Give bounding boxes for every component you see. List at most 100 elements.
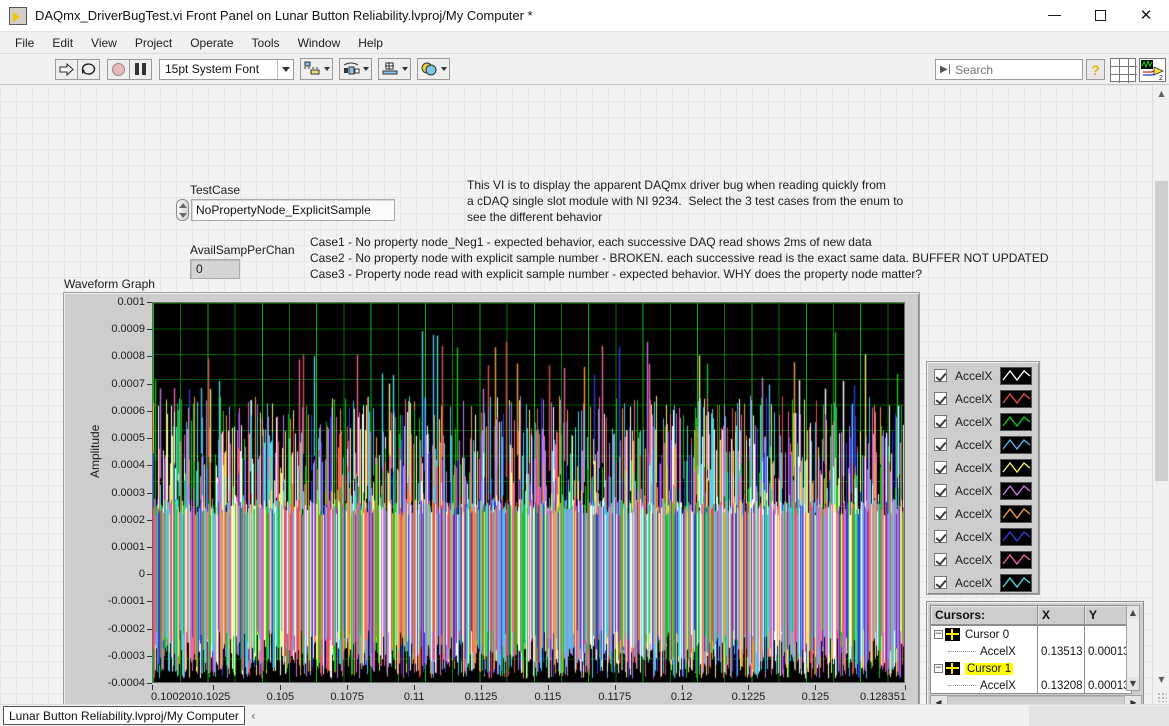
plot-style-swatch[interactable]	[1000, 366, 1032, 385]
vi-connector-pane-icon[interactable]: 2	[1139, 58, 1166, 82]
window-grid-icon[interactable]	[1110, 58, 1137, 83]
scroll-up-icon[interactable]: ▲	[1127, 606, 1139, 619]
testcase-increment-decrement[interactable]	[176, 199, 189, 221]
close-button[interactable]: ✕	[1123, 0, 1169, 32]
plot-visibility-checkbox[interactable]	[934, 507, 947, 520]
menu-project[interactable]: Project	[126, 34, 181, 52]
cursor-y-value[interactable]: 0.00013	[1085, 643, 1131, 660]
plot-style-swatch[interactable]	[1000, 389, 1032, 408]
plot-style-swatch[interactable]	[1000, 481, 1032, 500]
plot-visibility-checkbox[interactable]	[934, 438, 947, 451]
plot-style-swatch[interactable]	[1000, 527, 1032, 546]
chevron-down-icon	[324, 67, 330, 71]
plot-style-swatch[interactable]	[1000, 412, 1032, 431]
plot-visibility-checkbox[interactable]	[934, 576, 947, 589]
y-axis-tick-label: -0.0002	[107, 622, 145, 635]
panel-scroll-down-icon[interactable]: ▼	[1153, 671, 1169, 688]
decrement-arrow-icon[interactable]	[178, 212, 187, 218]
plot-legend-row[interactable]: AccelX	[927, 479, 1039, 502]
waveform-graph[interactable]: 0.001 0.0009 0.0008 0.0007 0.0006 0.0005 0.000…	[63, 292, 920, 704]
collapse-icon[interactable]: −	[934, 630, 943, 639]
collapse-icon[interactable]: −	[934, 664, 943, 673]
plot-visibility-checkbox[interactable]	[934, 484, 947, 497]
run-button[interactable]	[55, 58, 78, 80]
project-tab[interactable]: Lunar Button Reliability.lvproj/My Compu…	[3, 706, 245, 725]
cursor-x-blank	[1038, 660, 1084, 677]
cursor-row[interactable]: − Cursor 0	[931, 626, 1037, 643]
menu-tools[interactable]: Tools	[243, 34, 289, 52]
plot-visibility-checkbox[interactable]	[934, 530, 947, 543]
panel-scrollbar-thumb[interactable]	[1155, 181, 1168, 481]
cursor-legend-vertical-scrollbar[interactable]: ▲ ▼	[1126, 605, 1140, 691]
panel-vertical-scrollbar[interactable]: ▲ ▼	[1152, 85, 1169, 704]
plot-style-swatch[interactable]	[1000, 550, 1032, 569]
plot-style-swatch[interactable]	[1000, 458, 1032, 477]
cursor-legend[interactable]: Cursors: X Y − Cursor 0 AccelX − Cursor 1 Acc…	[926, 601, 1144, 704]
plot-area[interactable]	[152, 302, 905, 683]
cursor-row[interactable]: − Cursor 1	[931, 660, 1037, 677]
resize-grip[interactable]	[1157, 692, 1167, 702]
align-objects-button[interactable]	[300, 58, 333, 80]
scroll-left-icon[interactable]: ◀	[931, 696, 946, 704]
cursor-legend-horizontal-scrollbar[interactable]: ◀ ▶	[930, 695, 1142, 704]
x-axis-tick-label: 0.105	[266, 691, 295, 703]
scroll-right-icon[interactable]: ▶	[1126, 696, 1141, 704]
menu-help[interactable]: Help	[349, 34, 392, 52]
cursor-x-value[interactable]: 0.13208	[1038, 677, 1084, 693]
increment-arrow-icon[interactable]	[178, 202, 187, 208]
plot-legend-row[interactable]: AccelX	[927, 525, 1039, 548]
context-help-button[interactable]: ?	[1086, 59, 1105, 80]
cursor-y-column[interactable]: 0.00013 0.00013	[1084, 625, 1132, 694]
plot-visibility-checkbox[interactable]	[934, 461, 947, 474]
scrollbar-thumb[interactable]	[947, 696, 1125, 704]
menu-edit[interactable]: Edit	[43, 34, 82, 52]
cursor-header-x: X	[1037, 605, 1085, 625]
resize-objects-button[interactable]	[378, 58, 411, 80]
plot-style-swatch[interactable]	[1000, 573, 1032, 592]
chevron-left-icon[interactable]: ‹	[251, 709, 256, 723]
connector-glyph-icon: 2	[1141, 59, 1164, 81]
font-selector[interactable]: 15pt System Font	[159, 58, 294, 80]
case-description-text: Case1 - No property node_Neg1 - expected…	[310, 235, 1049, 281]
plot-legend-row[interactable]: AccelX	[927, 502, 1039, 525]
plot-visibility-checkbox[interactable]	[934, 369, 947, 382]
waveform-traces	[153, 303, 904, 682]
font-selector-label: 15pt System Font	[165, 62, 260, 76]
panel-scroll-up-icon[interactable]: ▲	[1153, 85, 1169, 102]
plot-style-swatch[interactable]	[1000, 504, 1032, 523]
search-pointer-icon: ▶|	[940, 64, 952, 75]
plot-legend-row[interactable]: AccelX	[927, 456, 1039, 479]
cursor-y-value[interactable]: 0.00013	[1085, 677, 1131, 693]
cursor-x-value[interactable]: 0.13513	[1038, 643, 1084, 660]
menu-window[interactable]: Window	[289, 34, 350, 52]
search-box[interactable]: ▶|	[935, 59, 1111, 80]
menu-file[interactable]: File	[6, 34, 43, 52]
minimize-button[interactable]	[1031, 0, 1077, 32]
menu-operate[interactable]: Operate	[181, 34, 242, 52]
abort-execution-button[interactable]	[107, 58, 130, 80]
maximize-button[interactable]	[1077, 0, 1123, 32]
plot-legend-row[interactable]: AccelX	[927, 571, 1039, 594]
y-axis-tick-label: 0.0008	[111, 350, 145, 363]
plot-legend-row[interactable]: AccelX	[927, 364, 1039, 387]
plot-visibility-checkbox[interactable]	[934, 553, 947, 566]
testcase-value[interactable]: NoPropertyNode_ExplicitSample	[191, 199, 395, 221]
run-continuously-button[interactable]	[77, 58, 100, 80]
distribute-objects-button[interactable]	[339, 58, 372, 80]
pause-button[interactable]	[129, 58, 152, 80]
plot-visibility-checkbox[interactable]	[934, 415, 947, 428]
plot-legend-row[interactable]: AccelX	[927, 387, 1039, 410]
plot-legend-row[interactable]: AccelX	[927, 410, 1039, 433]
reorder-objects-button[interactable]	[417, 58, 450, 80]
y-axis[interactable]: 0.001 0.0009 0.0008 0.0007 0.0006 0.0005 0.000…	[64, 293, 152, 689]
plot-legend-row[interactable]: AccelX	[927, 433, 1039, 456]
menu-view[interactable]: View	[82, 34, 126, 52]
scroll-down-icon[interactable]: ▼	[1127, 677, 1139, 690]
plot-legend-row[interactable]: AccelX	[927, 548, 1039, 571]
plot-legend[interactable]: AccelX AccelX AccelX AccelX AccelX AccelX Acce…	[926, 361, 1040, 595]
plot-style-swatch[interactable]	[1000, 435, 1032, 454]
plot-visibility-checkbox[interactable]	[934, 392, 947, 405]
cursor-name-column[interactable]: − Cursor 0 AccelX − Cursor 1 AccelX	[930, 625, 1038, 694]
testcase-enum-control[interactable]: NoPropertyNode_ExplicitSample	[176, 199, 395, 221]
cursor-x-column[interactable]: 0.13513 0.13208	[1037, 625, 1085, 694]
